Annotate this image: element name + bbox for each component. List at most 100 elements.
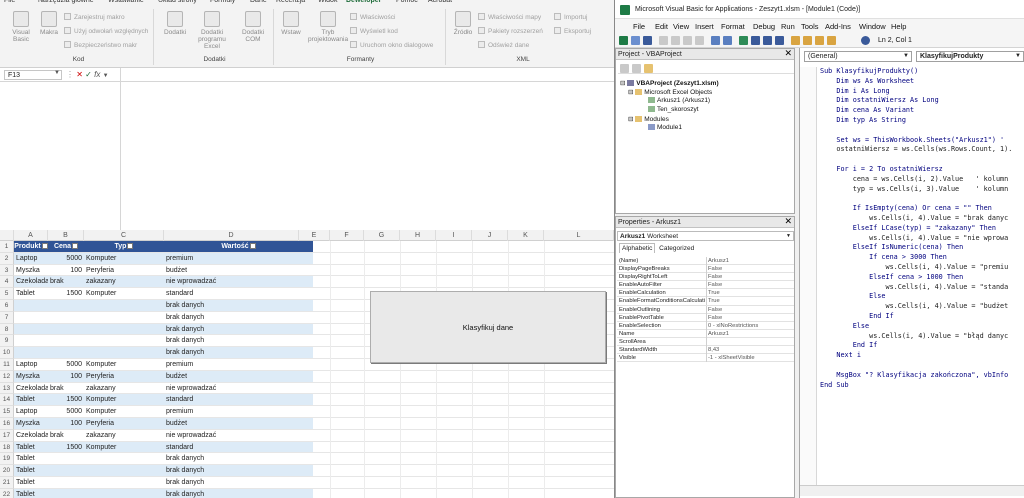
select-all-corner[interactable] xyxy=(0,230,14,241)
cancel-icon[interactable]: ✕ xyxy=(76,70,83,79)
cell-typ[interactable]: Komputer xyxy=(84,288,164,299)
code-editor[interactable]: Sub KlasyfikujProdukty() Dim ws As Works… xyxy=(820,67,1024,487)
row-header[interactable]: 22 xyxy=(0,488,14,498)
code-line[interactable]: typ = ws.Cells(i, 3).Value ' kolumn xyxy=(820,185,1009,194)
worksheet-grid[interactable]: ABCDEFGHIJKL 1 Produkt Cena Typ Wartość 2 Lapt… xyxy=(0,230,614,498)
code-line[interactable]: Dim i As Long xyxy=(820,87,889,96)
property-value[interactable]: False xyxy=(708,265,794,273)
table-header-cell[interactable]: Cena xyxy=(48,241,84,252)
import-button[interactable]: Importuj xyxy=(554,13,587,21)
macro-security-button[interactable]: Bezpieczeństwo makr xyxy=(64,41,137,49)
table-header-cell[interactable]: Wartość xyxy=(164,241,313,252)
cell-typ[interactable] xyxy=(84,312,164,323)
cell-produkt[interactable]: Myszka xyxy=(14,371,48,382)
save-icon[interactable] xyxy=(643,36,652,45)
code-line[interactable]: Dim ws As Worksheet xyxy=(820,77,914,86)
filter-dropdown-icon[interactable] xyxy=(249,243,256,250)
properties-button[interactable]: Właściwości xyxy=(350,13,395,21)
cell-typ[interactable] xyxy=(84,453,164,464)
cell-wartosc[interactable]: premium xyxy=(164,406,313,417)
row-header[interactable]: 3 xyxy=(0,264,14,277)
property-value[interactable]: False xyxy=(708,281,794,289)
row-header[interactable]: 11 xyxy=(0,359,14,371)
filter-dropdown-icon[interactable] xyxy=(127,243,134,250)
menu-insert[interactable]: Insert xyxy=(695,22,714,31)
property-row[interactable]: StandardWidth 8,43 xyxy=(617,346,794,355)
column-header-c[interactable]: C xyxy=(84,230,164,241)
cell-produkt[interactable]: Myszka xyxy=(14,418,48,429)
property-row[interactable]: EnableAutoFilter False xyxy=(617,281,794,290)
row-header[interactable]: 17 xyxy=(0,429,14,442)
cell-produkt[interactable] xyxy=(14,324,48,335)
code-line[interactable]: If cena > 3000 Then xyxy=(820,253,947,262)
cell-produkt[interactable]: Tablet xyxy=(14,394,48,405)
cell-wartosc[interactable]: nie wprowadzać xyxy=(164,430,313,441)
chevron-down-icon[interactable]: ▼ xyxy=(103,73,109,79)
formula-input[interactable] xyxy=(120,68,614,82)
menu-addins[interactable]: Add-Ins xyxy=(825,22,851,31)
chevron-down-icon[interactable]: ▼ xyxy=(54,70,60,76)
tab-3[interactable]: Układ strony xyxy=(158,0,197,4)
cell-wartosc[interactable]: nie wprowadzać xyxy=(164,383,313,394)
cell-wartosc[interactable]: brak danych xyxy=(164,335,313,346)
menu-edit[interactable]: Edit xyxy=(655,22,668,31)
cell-produkt[interactable]: Laptop xyxy=(14,406,48,417)
fx-icon[interactable]: fx xyxy=(94,70,100,79)
property-row[interactable]: Visible -1 - xlSheetVisible xyxy=(617,354,794,363)
formula-input-expanded[interactable] xyxy=(120,82,614,230)
tab-2[interactable]: Wstawianie xyxy=(108,0,144,4)
property-value[interactable]: Arkusz1 xyxy=(708,330,794,338)
design-mode-icon[interactable] xyxy=(775,36,784,45)
cell-cena[interactable] xyxy=(48,489,84,498)
tree-workbook[interactable]: Ten_skoroszyt xyxy=(648,106,699,113)
reset-icon[interactable] xyxy=(763,36,772,45)
excel-view-icon[interactable] xyxy=(619,36,628,45)
tab-6[interactable]: Recenzja xyxy=(276,0,305,4)
cell-produkt[interactable]: Tablet xyxy=(14,288,48,299)
dodatki-button[interactable]: Dodatki xyxy=(162,11,188,36)
cell-produkt[interactable]: Tablet xyxy=(14,489,48,498)
cell-produkt[interactable] xyxy=(14,312,48,323)
property-value[interactable]: True xyxy=(708,289,794,297)
table-header-cell[interactable]: Typ xyxy=(84,241,164,252)
column-header-a[interactable]: A xyxy=(14,230,48,241)
row-header[interactable]: 10 xyxy=(0,347,14,359)
row-header[interactable]: 2 xyxy=(0,252,14,265)
code-line[interactable]: Next i xyxy=(820,351,861,360)
code-line[interactable]: MsgBox "? Klasyfikacja zakończona", vbIn… xyxy=(820,371,1008,380)
menu-tools[interactable]: Tools xyxy=(801,22,819,31)
cell-typ[interactable]: Komputer xyxy=(84,253,164,264)
undo-icon[interactable] xyxy=(711,36,720,45)
row-header[interactable]: 4 xyxy=(0,276,14,289)
row-header[interactable]: 13 xyxy=(0,382,14,395)
help-icon[interactable] xyxy=(861,36,870,45)
enter-icon[interactable]: ✓ xyxy=(85,70,94,79)
cell-wartosc[interactable]: standard xyxy=(164,442,313,453)
properties-window-icon[interactable] xyxy=(803,36,812,45)
menu-run[interactable]: Run xyxy=(781,22,795,31)
column-header-b[interactable]: B xyxy=(48,230,84,241)
tree-modules[interactable]: ⊟ Modules xyxy=(628,115,669,123)
code-line[interactable]: ws.Cells(i, 4).Value = "nie wprowa xyxy=(820,234,1008,243)
cell-wartosc[interactable]: standard xyxy=(164,288,313,299)
cell-typ[interactable]: Komputer xyxy=(84,442,164,453)
cell-cena[interactable]: brak xyxy=(48,383,84,394)
property-row[interactable]: EnableSelection 0 - xlNoRestrictions xyxy=(617,321,794,330)
cell-typ[interactable]: Komputer xyxy=(84,394,164,405)
column-header-k[interactable]: K xyxy=(508,230,544,241)
row-header[interactable]: 1 xyxy=(0,241,14,253)
cell-cena[interactable]: 100 xyxy=(48,418,84,429)
tab-categorized[interactable]: Categorized xyxy=(657,244,696,253)
row-header[interactable]: 9 xyxy=(0,335,14,348)
row-header[interactable]: 18 xyxy=(0,441,14,454)
visual-basic-button[interactable]: Visual Basic xyxy=(8,11,34,43)
insert-icon[interactable] xyxy=(631,36,640,45)
relative-refs-button[interactable]: Użyj odwołań względnych xyxy=(64,27,148,35)
cell-typ[interactable]: Peryferia xyxy=(84,265,164,276)
cell-produkt[interactable]: Laptop xyxy=(14,359,48,370)
tab-alphabetic[interactable]: Alphabetic xyxy=(619,243,656,253)
cell-cena[interactable]: 100 xyxy=(48,265,84,276)
cell-wartosc[interactable]: brak danych xyxy=(164,453,313,464)
row-header[interactable]: 12 xyxy=(0,370,14,383)
tab-4[interactable]: Formuły xyxy=(210,0,235,4)
